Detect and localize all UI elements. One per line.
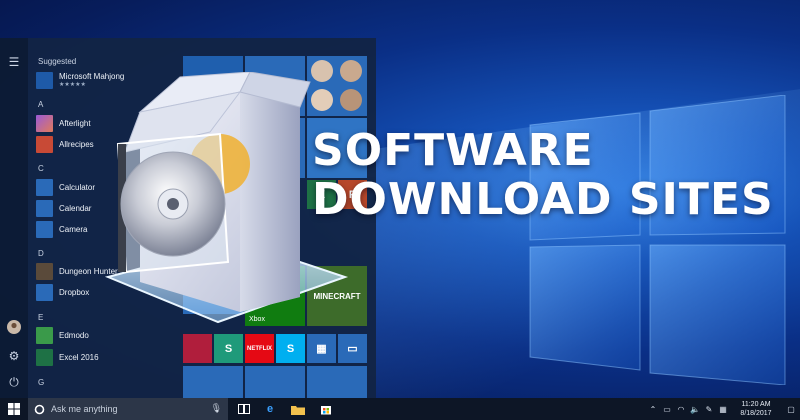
action-center-icon[interactable]: ▢ xyxy=(782,405,800,414)
microphone-icon[interactable]: 🎙 xyxy=(211,403,222,414)
chevron-up-icon[interactable]: ⌃ xyxy=(646,405,660,414)
section-letter-a[interactable]: A xyxy=(38,100,43,109)
section-letter-e[interactable]: E xyxy=(38,313,43,322)
cortana-search-box[interactable]: Ask me anything 🎙 xyxy=(28,398,228,420)
tile-camera[interactable] xyxy=(183,366,243,398)
power-icon[interactable]: ⏻ xyxy=(6,374,22,390)
suggested-label: Suggested xyxy=(38,57,77,66)
cortana-icon xyxy=(34,404,45,414)
edge-icon[interactable]: e xyxy=(262,401,278,417)
network-icon[interactable]: ◠ xyxy=(674,405,688,414)
calendar-app-icon xyxy=(36,199,53,217)
excel-app-icon xyxy=(36,348,53,366)
clock-time: 11:20 AM xyxy=(741,401,771,408)
camera-app-icon xyxy=(36,220,53,238)
keyboard-icon[interactable]: ▦ xyxy=(716,405,730,414)
folder-icon[interactable] xyxy=(290,401,306,417)
search-placeholder: Ask me anything xyxy=(51,404,118,414)
app-name: Excel 2016 xyxy=(59,352,99,362)
app-name: Dropbox xyxy=(59,287,90,297)
edmodo-app-icon xyxy=(36,326,53,344)
mahjong-app-icon xyxy=(36,71,53,89)
section-letter-g[interactable]: G xyxy=(38,378,44,387)
user-avatar-icon[interactable] xyxy=(6,320,22,336)
headline-line-1: SOFTWARE xyxy=(312,125,594,176)
app-item-excel[interactable]: Excel 2016 xyxy=(36,348,176,366)
app-name: Camera xyxy=(59,224,88,234)
app-name: Calculator xyxy=(59,182,96,192)
tile-groove[interactable] xyxy=(245,366,305,398)
start-menu-rail: ☰ ⚙ ⏻ xyxy=(0,38,28,398)
dropbox-app-icon xyxy=(36,283,53,301)
calculator-app-icon xyxy=(36,178,53,196)
app-name: Afterlight xyxy=(59,118,91,128)
volume-icon[interactable]: 🔈 xyxy=(688,405,702,414)
section-letter-d[interactable]: D xyxy=(38,249,44,258)
battery-icon[interactable]: ▭ xyxy=(660,405,674,414)
allrecipes-app-icon xyxy=(36,135,53,153)
app-name: Allrecipes xyxy=(59,139,94,149)
app-name: Edmodo xyxy=(59,330,89,340)
afterlight-app-icon xyxy=(36,114,53,132)
clock[interactable]: 11:20 AM 8/18/2017 xyxy=(730,400,782,418)
headline: SOFTWARE DOWNLOAD SITES xyxy=(312,126,782,225)
start-button[interactable] xyxy=(0,398,28,420)
section-letter-c[interactable]: C xyxy=(38,164,44,173)
hamburger-menu-icon[interactable]: ☰ xyxy=(6,54,22,70)
tile-onedrive[interactable] xyxy=(307,366,367,398)
taskbar: Ask me anything 🎙 e ⌃ ▭ ◠ 🔈 ✎ ▦ 11:20 AM… xyxy=(0,398,800,420)
settings-gear-icon[interactable]: ⚙ xyxy=(6,348,22,364)
app-name: Calendar xyxy=(59,203,92,213)
dungeon-hunter-app-icon xyxy=(36,262,53,280)
store-icon[interactable] xyxy=(318,401,334,417)
windows-icon xyxy=(8,403,20,415)
pen-icon[interactable]: ✎ xyxy=(702,405,716,414)
headline-line-2: DOWNLOAD SITES xyxy=(312,174,774,226)
clock-date: 8/18/2017 xyxy=(740,410,772,417)
task-view-icon[interactable] xyxy=(236,401,252,417)
system-tray: ⌃ ▭ ◠ 🔈 ✎ ▦ 11:20 AM 8/18/2017 ▢ xyxy=(646,398,800,420)
